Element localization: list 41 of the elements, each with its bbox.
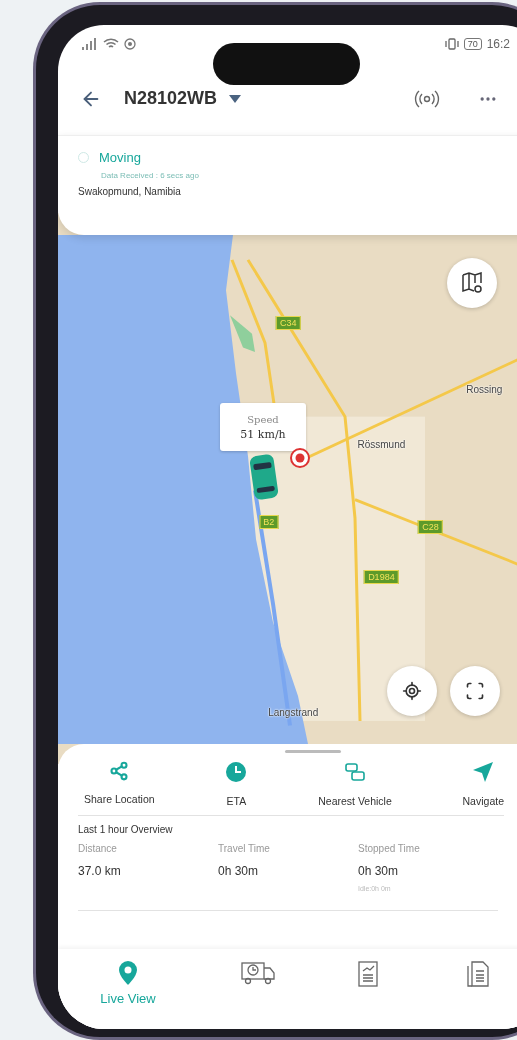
share-icon — [109, 761, 130, 781]
sheet-handle[interactable] — [285, 750, 341, 753]
broadcast-icon — [414, 89, 440, 108]
cars-icon — [343, 761, 366, 783]
documents-icon — [467, 961, 489, 987]
clock-icon — [225, 761, 248, 783]
location-text: Swakopmund, Namibia — [78, 186, 182, 197]
stat-label: Stopped Time — [358, 843, 421, 854]
status-time: 16:2 — [486, 36, 510, 51]
locate-icon — [402, 681, 422, 701]
map-settings-icon — [461, 272, 483, 294]
map-pin-icon — [119, 961, 137, 985]
action-button[interactable]: Share Location — [84, 761, 155, 807]
speed-value: 51 km/h — [240, 427, 286, 441]
signal-icon — [82, 37, 98, 50]
fullscreen-icon — [465, 681, 485, 701]
stat-value: 0h 30m — [358, 864, 400, 878]
wifi-icon — [103, 37, 119, 50]
chart-document-icon — [358, 961, 378, 987]
action-button[interactable]: Nearest Vehicle — [318, 761, 392, 807]
battery-level: 70 — [463, 37, 482, 50]
road-sign: C34 — [276, 316, 301, 331]
road-sign: C28 — [418, 520, 443, 535]
vehicle-status: Moving — [99, 150, 141, 165]
vibrate-icon — [444, 37, 459, 50]
vehicle-title: N28102WB — [124, 88, 218, 109]
truck-clock-icon — [241, 961, 275, 985]
stat-label: Travel Time — [218, 843, 271, 854]
dropdown-caret-icon — [229, 94, 242, 103]
navigate-icon — [472, 761, 495, 783]
place-label: Rössmund — [357, 438, 406, 450]
circle-status-icon — [124, 37, 136, 50]
speed-label: Speed — [247, 413, 279, 425]
stat-value: 37.0 km — [78, 864, 122, 878]
stat-label: Distance — [78, 843, 118, 854]
place-label: Rossing — [466, 383, 503, 395]
data-received-text: Data Received : 6 secs ago — [101, 171, 200, 180]
overview-title: Last 1 hour Overview — [78, 824, 174, 835]
action-button[interactable]: Navigate — [462, 761, 504, 807]
action-button[interactable]: ETA — [225, 761, 248, 807]
stat-value: 0h 30m — [218, 864, 260, 878]
